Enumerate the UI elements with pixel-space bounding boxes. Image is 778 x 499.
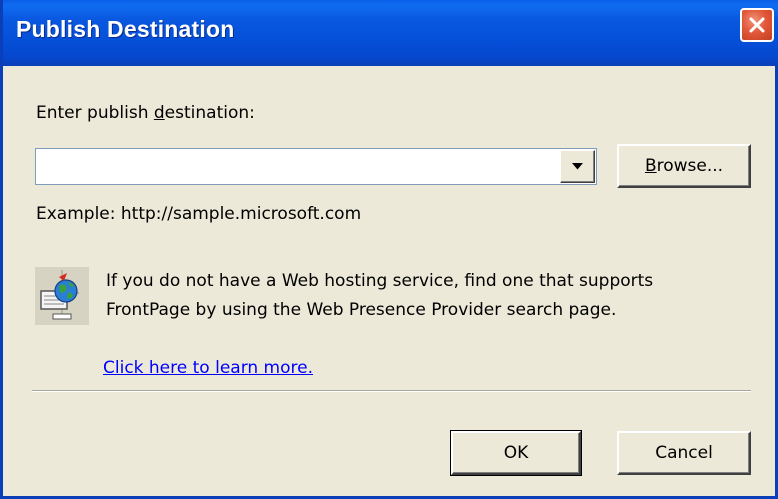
browse-button[interactable]: Browse... [617, 144, 751, 188]
hosting-info-line1: If you do not have a Web hosting service… [106, 271, 654, 291]
publish-destination-dialog: Publish Destination Enter publish destin… [0, 0, 778, 499]
web-publish-icon [33, 267, 91, 325]
browse-accelerator: B [644, 156, 657, 176]
destination-dropdown-button[interactable] [560, 150, 595, 183]
separator-highlight [32, 391, 751, 392]
destination-input[interactable] [38, 151, 564, 182]
ok-label: OK [503, 443, 529, 463]
chevron-down-icon [572, 163, 583, 170]
prompt-accelerator: d [153, 103, 165, 123]
cancel-button[interactable]: Cancel [617, 431, 751, 475]
hosting-info-line2: FrontPage by using the Web Presence Prov… [106, 300, 617, 320]
prompt-prefix: Enter publish [36, 103, 154, 123]
example-text: Example: http://sample.microsoft.com [36, 204, 362, 224]
close-icon [749, 17, 765, 33]
destination-combobox[interactable] [35, 148, 597, 185]
destination-prompt-label: Enter publish destination: [36, 103, 255, 123]
cancel-label: Cancel [655, 443, 713, 463]
learn-more-link[interactable]: Click here to learn more. [103, 358, 313, 378]
title-bar[interactable]: Publish Destination [3, 0, 778, 66]
browse-label: rowse... [656, 156, 724, 176]
dialog-title: Publish Destination [16, 16, 235, 42]
ok-button[interactable]: OK [450, 430, 582, 476]
prompt-suffix: estination: [164, 103, 255, 123]
close-button[interactable] [740, 8, 774, 42]
